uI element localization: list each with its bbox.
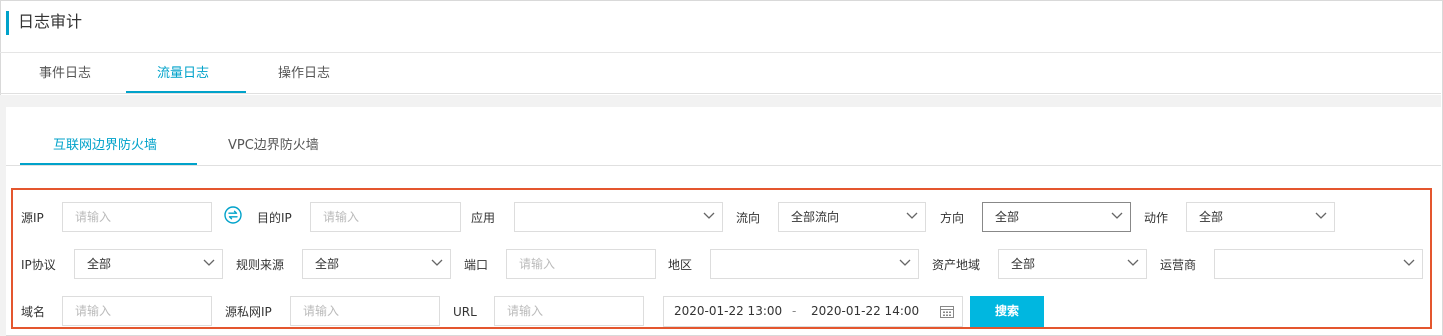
action-value: 全部	[1199, 210, 1224, 224]
time-range-separator: -	[792, 304, 797, 318]
direction-value: 全部	[995, 210, 1020, 224]
tab-vpc-firewall[interactable]: VPC边界防火墙	[228, 138, 319, 154]
url-input[interactable]: 请输入	[494, 296, 644, 326]
tab-traffic-log[interactable]: 流量日志	[157, 66, 209, 82]
section-divider	[0, 95, 1441, 107]
chevron-down-icon	[906, 212, 918, 219]
rule-source-label: 规则来源	[236, 258, 285, 272]
tab-event-log[interactable]: 事件日志	[39, 66, 91, 82]
page-title: 日志审计	[18, 12, 83, 31]
application-label: 应用	[471, 211, 496, 225]
tab-operation-log[interactable]: 操作日志	[278, 66, 330, 82]
direction-label: 方向	[940, 211, 965, 225]
tab-internet-firewall[interactable]: 互联网边界防火墙	[53, 138, 157, 154]
chevron-down-icon	[1111, 212, 1123, 219]
page-header: 日志审计	[0, 0, 1441, 53]
time-range-picker[interactable]: 2020-01-22 13:00 - 2020-01-22 14:00	[663, 296, 963, 327]
flow-direction-select[interactable]: 全部流向	[778, 202, 926, 232]
ip-protocol-select[interactable]: 全部	[74, 249, 223, 279]
action-label: 动作	[1144, 211, 1169, 225]
source-private-ip-input[interactable]: 请输入	[290, 296, 440, 326]
domain-input[interactable]: 请输入	[62, 296, 212, 326]
ip-protocol-value: 全部	[87, 257, 112, 271]
source-ip-label: 源IP	[21, 211, 44, 225]
time-range-start: 2020-01-22 13:00	[674, 304, 783, 318]
rule-source-value: 全部	[315, 257, 340, 271]
active-subtab-underline	[20, 163, 197, 165]
firewall-tabs: 互联网边界防火墙 VPC边界防火墙	[6, 107, 1441, 166]
isp-label: 运营商	[1160, 258, 1197, 272]
chevron-down-icon	[899, 259, 911, 266]
ip-protocol-label: IP协议	[21, 258, 56, 272]
chevron-down-icon	[703, 212, 715, 219]
source-private-ip-label: 源私网IP	[225, 305, 272, 319]
chevron-down-icon	[1315, 212, 1327, 219]
title-accent-bar	[6, 11, 9, 35]
swap-icon[interactable]	[224, 206, 242, 224]
flow-direction-value: 全部流向	[791, 210, 840, 224]
direction-select[interactable]: 全部	[982, 202, 1131, 232]
isp-select[interactable]	[1214, 249, 1423, 279]
port-input[interactable]: 请输入	[506, 249, 656, 279]
region-label: 地区	[668, 258, 693, 272]
time-range-end: 2020-01-22 14:00	[811, 304, 920, 318]
asset-region-label: 资产地域	[932, 258, 981, 272]
flow-direction-label: 流向	[736, 211, 761, 225]
application-select[interactable]	[514, 202, 723, 232]
action-select[interactable]: 全部	[1186, 202, 1335, 232]
source-ip-input[interactable]: 请输入	[62, 202, 212, 232]
chevron-down-icon	[431, 259, 443, 266]
log-type-tabs: 事件日志 流量日志 操作日志	[0, 54, 1441, 94]
dest-ip-input[interactable]: 请输入	[310, 202, 461, 232]
region-select[interactable]	[710, 249, 919, 279]
domain-label: 域名	[21, 305, 46, 319]
search-button[interactable]: 搜索	[970, 296, 1044, 327]
chevron-down-icon	[1403, 259, 1415, 266]
chevron-down-icon	[1127, 259, 1139, 266]
url-label: URL	[453, 305, 477, 319]
active-tab-underline	[126, 91, 246, 93]
chevron-down-icon	[203, 259, 215, 266]
port-label: 端口	[464, 258, 489, 272]
asset-region-value: 全部	[1011, 257, 1036, 271]
calendar-icon	[940, 306, 954, 318]
asset-region-select[interactable]: 全部	[998, 249, 1147, 279]
dest-ip-label: 目的IP	[257, 211, 292, 225]
rule-source-select[interactable]: 全部	[302, 249, 451, 279]
